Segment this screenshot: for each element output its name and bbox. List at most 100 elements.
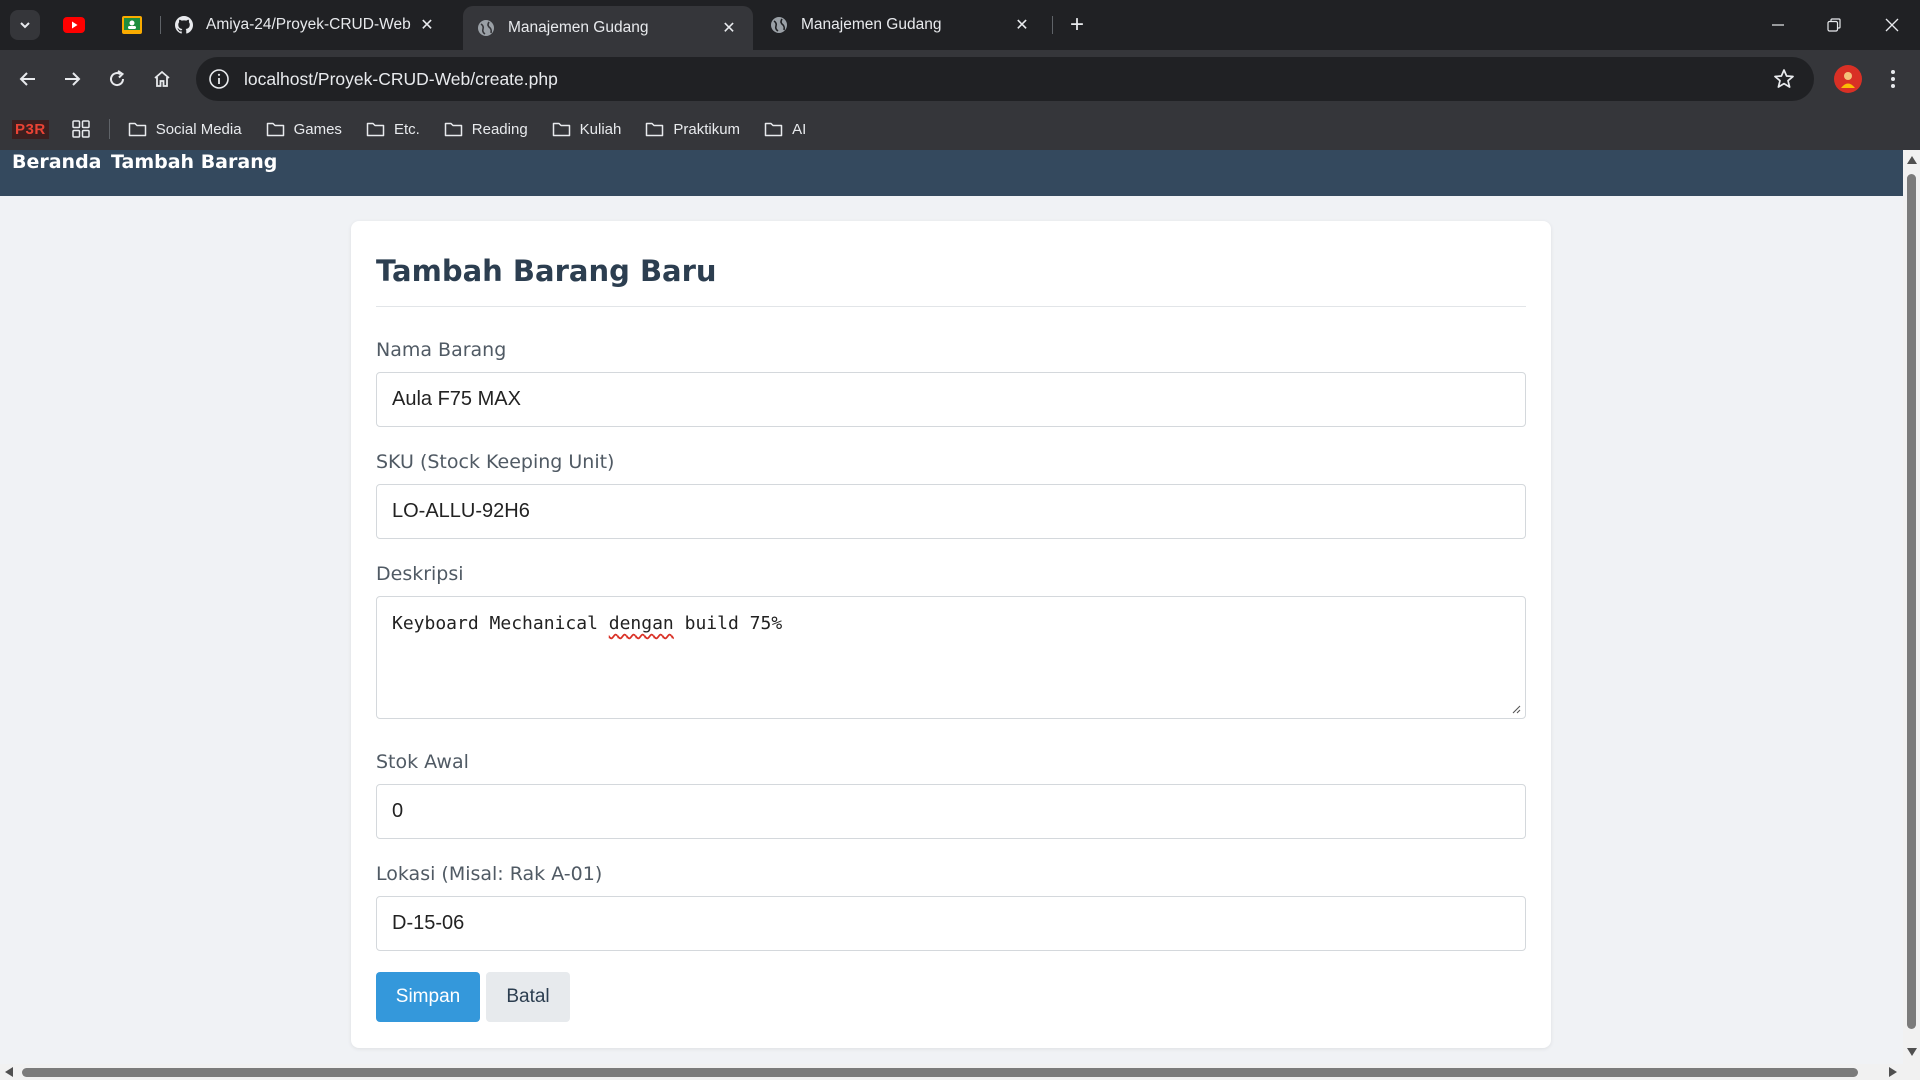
folder-icon: [764, 122, 783, 137]
apps-grid-icon[interactable]: [71, 119, 91, 139]
page-viewport: Beranda Tambah Barang Tambah Barang Baru…: [0, 150, 1903, 1064]
avatar-icon: [1841, 72, 1855, 88]
close-icon: [1885, 18, 1899, 32]
reload-icon: [110, 70, 125, 87]
pinned-tab-classroom[interactable]: [120, 13, 144, 37]
bookmarks-bar: P3R Social Media Games Etc. Reading Kuli…: [0, 108, 1920, 150]
bookmark-label: Social Media: [155, 120, 242, 138]
bookmark-label: Reading: [471, 120, 528, 138]
url-text[interactable]: localhost/Proyek-CRUD-Web/create.php: [244, 69, 1772, 90]
sku-input[interactable]: LO-ALLU-92H6: [376, 484, 1526, 539]
bookmark-label: AI: [792, 120, 807, 138]
tab-github[interactable]: Amiya-24/Proyek-CRUD-Web ✕: [161, 6, 451, 44]
tab-manajemen-gudang-active[interactable]: Manajemen Gudang ✕: [463, 6, 753, 50]
bookmark-folder-praktikum[interactable]: Praktikum: [645, 121, 740, 138]
site-info-icon[interactable]: [208, 68, 230, 90]
close-icon[interactable]: ✕: [1012, 15, 1032, 35]
stok-awal-input[interactable]: 0: [376, 784, 1526, 839]
folder-icon: [552, 122, 570, 137]
horizontal-scrollbar[interactable]: [0, 1064, 1903, 1080]
deskripsi-textarea[interactable]: Keyboard Mechanical dengan build 75%: [376, 596, 1526, 719]
arrow-right-icon: [65, 72, 81, 86]
tab-search-button[interactable]: [10, 10, 40, 40]
scroll-down-arrow[interactable]: [1907, 1048, 1917, 1056]
bookmark-label: Praktikum: [673, 120, 741, 138]
scroll-up-arrow[interactable]: [1907, 156, 1917, 164]
browser-menu-button[interactable]: [1880, 64, 1906, 94]
folder-icon: [128, 122, 146, 137]
bookmark-divider: [108, 119, 110, 139]
stok-awal-label: Stok Awal: [376, 751, 469, 773]
bookmark-label: Kuliah: [579, 120, 622, 138]
lokasi-input[interactable]: D-15-06: [376, 896, 1526, 951]
browser-toolbar: localhost/Proyek-CRUD-Web/create.php: [0, 50, 1920, 108]
bookmark-folder-ai[interactable]: AI: [764, 121, 806, 138]
minimize-icon: [1772, 24, 1784, 26]
tab-separator: [1052, 16, 1053, 34]
tab-title: Manajemen Gudang: [508, 19, 649, 36]
home-button[interactable]: [147, 64, 177, 94]
folder-icon: [444, 122, 463, 137]
folder-icon: [366, 122, 385, 137]
sku-label: SKU (Stock Keeping Unit): [376, 451, 615, 473]
globe-icon: [478, 20, 494, 36]
new-tab-button[interactable]: +: [1063, 11, 1091, 39]
bookmark-p3r[interactable]: P3R: [12, 119, 49, 139]
chevron-down-icon: [20, 22, 30, 29]
bookmark-folder-reading[interactable]: Reading: [444, 121, 528, 138]
bookmark-folder-etc[interactable]: Etc.: [366, 121, 420, 138]
home-icon: [154, 70, 170, 87]
tab-manajemen-gudang[interactable]: Manajemen Gudang ✕: [756, 6, 1046, 44]
tab-title: Amiya-24/Proyek-CRUD-Web: [206, 16, 411, 33]
lokasi-label: Lokasi (Misal: Rak A-01): [376, 863, 603, 885]
window-close-button[interactable]: [1864, 0, 1920, 50]
restore-icon: [1827, 18, 1841, 32]
more-vert-icon: [1891, 70, 1895, 88]
horizontal-scroll-thumb[interactable]: [22, 1068, 1858, 1077]
page-title: Tambah Barang Baru: [376, 254, 717, 288]
vertical-scrollbar[interactable]: [1903, 150, 1920, 1064]
google-classroom-icon: [122, 16, 142, 34]
site-navbar: Beranda Tambah Barang: [0, 150, 1903, 196]
spellcheck-flagged-word: dengan: [608, 613, 674, 634]
folder-icon: [646, 122, 664, 137]
resize-grip-icon[interactable]: [1511, 704, 1521, 714]
bookmark-folder-games[interactable]: Games: [266, 121, 342, 138]
arrow-left-icon: [19, 72, 35, 86]
restore-button[interactable]: [1806, 0, 1862, 50]
bookmark-folder-kuliah[interactable]: Kuliah: [552, 120, 622, 138]
bookmark-label: Etc.: [393, 120, 420, 138]
tab-strip: Amiya-24/Proyek-CRUD-Web ✕ Manajemen Gud…: [0, 0, 1920, 50]
globe-icon: [771, 17, 787, 33]
simpan-button[interactable]: Simpan: [376, 972, 480, 1022]
batal-button[interactable]: Batal: [486, 972, 570, 1022]
tab-title: Manajemen Gudang: [801, 16, 942, 33]
bookmark-star-icon[interactable]: [1772, 67, 1796, 91]
scrollbar-corner: [1903, 1064, 1920, 1080]
close-icon[interactable]: ✕: [719, 18, 739, 38]
bookmark-folder-social-media[interactable]: Social Media: [128, 121, 242, 138]
scroll-left-arrow[interactable]: [5, 1067, 13, 1077]
folder-icon: [266, 122, 284, 137]
nav-link-tambah-barang[interactable]: Tambah Barang: [111, 151, 277, 173]
nama-barang-input[interactable]: Aula F75 MAX: [376, 372, 1526, 427]
deskripsi-text-start: Keyboard Mechanical: [392, 613, 609, 634]
scroll-right-arrow[interactable]: [1889, 1067, 1897, 1077]
profile-avatar[interactable]: [1834, 65, 1862, 93]
forward-button[interactable]: [57, 64, 87, 94]
github-icon: [175, 16, 193, 34]
minimize-button[interactable]: [1750, 0, 1806, 50]
reload-button[interactable]: [102, 64, 132, 94]
nama-barang-label: Nama Barang: [376, 339, 507, 361]
back-button[interactable]: [13, 64, 43, 94]
vertical-scroll-thumb[interactable]: [1907, 174, 1916, 1029]
deskripsi-text-end: build 75%: [673, 613, 783, 634]
pinned-tab-youtube[interactable]: [62, 13, 86, 37]
form-card: Tambah Barang Baru Nama Barang Aula F75 …: [351, 221, 1551, 1048]
close-icon[interactable]: ✕: [417, 15, 437, 35]
youtube-icon: [63, 17, 85, 33]
address-bar[interactable]: localhost/Proyek-CRUD-Web/create.php: [196, 57, 1814, 101]
bookmark-label: Games: [293, 120, 342, 138]
deskripsi-label: Deskripsi: [376, 563, 464, 585]
nav-link-beranda[interactable]: Beranda: [12, 151, 102, 173]
